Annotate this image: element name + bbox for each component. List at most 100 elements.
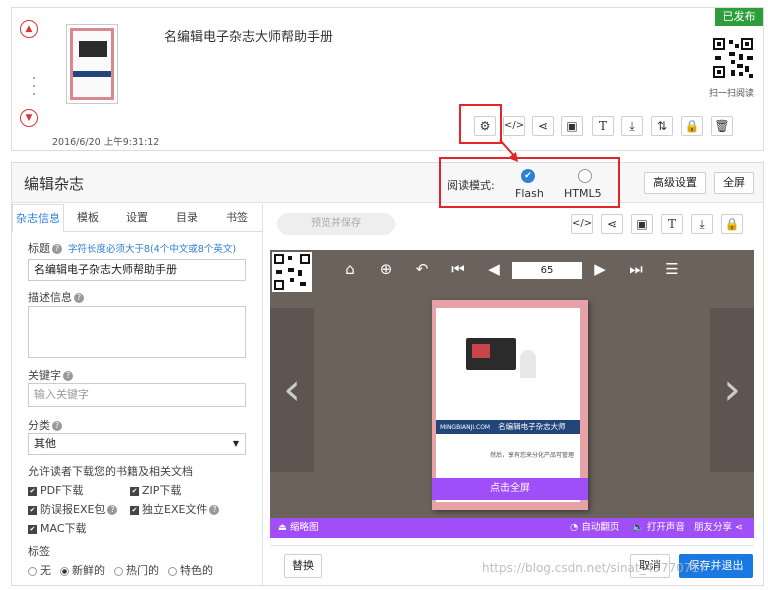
book-view-button[interactable]: ▣ (631, 214, 653, 234)
book-icon: ▣ (636, 217, 648, 231)
book-preview[interactable]: MINGBIANJI.COM 名编辑电子杂志大师 然后，享有您来分化产品可管理 点… (432, 300, 588, 510)
advanced-settings-button[interactable]: 高级设置 (644, 172, 706, 194)
flipbook-viewer: ⌂ ⊕ ↶ ⏮ ◀ 65 ▶ ⏭ ☰ ‹ › MINGBIANJI.COM 名编辑… (270, 250, 754, 538)
keywords-input[interactable]: 输入关键字 (28, 383, 246, 407)
tags-label: 标签 (28, 545, 50, 558)
cover-title-band: MINGBIANJI.COM 名编辑电子杂志大师 (436, 420, 580, 434)
home-icon[interactable]: ⌂ (340, 260, 360, 278)
download-button[interactable]: ⤓ (691, 214, 713, 234)
book-date: 2016/6/20 上午9:31:12 (52, 137, 160, 148)
help-icon[interactable]: ? (107, 505, 118, 515)
tag-hot-radio[interactable]: 热门的 (114, 562, 159, 578)
exe-package-checkbox[interactable]: ✔ 防误报EXE包? (28, 501, 118, 517)
menu-icon[interactable]: ☰ (662, 260, 682, 278)
zip-download-checkbox[interactable]: ✔ ZIP下载 (130, 482, 181, 498)
embed-code-icon: </> (504, 120, 525, 131)
description-textarea[interactable] (28, 306, 246, 358)
text-icon: T (667, 217, 676, 231)
figure-image (520, 350, 536, 378)
move-down-button[interactable]: ▼ (20, 109, 38, 127)
help-icon[interactable]: ? (63, 371, 73, 381)
page-number-input[interactable]: 65 (512, 262, 582, 279)
tab-magazine-info[interactable]: 杂志信息 (12, 204, 64, 232)
book-thumbnail[interactable] (66, 24, 118, 104)
lock-button[interactable]: 🔒 (721, 214, 743, 234)
cover-page: MINGBIANJI.COM 名编辑电子杂志大师 然后，享有您来分化产品可管理 (436, 308, 580, 502)
page-title: 编辑杂志 (24, 175, 85, 193)
text-icon: T (598, 119, 607, 133)
keywords-label: 关键字? (28, 367, 73, 383)
sort-icon: ⇅ (656, 119, 668, 133)
prev-arrow-button[interactable]: ‹ (270, 308, 314, 472)
desc-label: 描述信息? (28, 289, 84, 305)
back-icon[interactable]: ↶ (412, 260, 432, 278)
title-label: 标题? (28, 240, 62, 256)
tag-featured-radio[interactable]: 特色的 (168, 562, 213, 578)
help-icon[interactable]: ? (74, 293, 84, 303)
tab-bookmarks[interactable]: 书签 (212, 204, 262, 232)
title-input[interactable]: 名编辑电子杂志大师帮助手册 (28, 259, 246, 281)
trash-icon: 🗑 (714, 119, 730, 133)
book-card: ▲ ▼ 名编辑电子杂志大师帮助手册 2016/6/20 上午9:31:12 已发… (11, 7, 764, 151)
tag-none-radio[interactable]: 无 (28, 562, 51, 578)
text-button[interactable]: T (661, 214, 683, 234)
book-icon: ▣ (566, 119, 578, 133)
cover-subtitle: 然后，享有您来分化产品可管理 (490, 452, 575, 459)
share-icon: ⋖ (735, 522, 744, 533)
share-icon: ⋖ (606, 217, 618, 231)
embed-button[interactable]: </> (571, 214, 593, 234)
next-page-icon[interactable]: ▶ (590, 260, 610, 278)
zoom-in-icon[interactable]: ⊕ (376, 260, 396, 278)
sort-button[interactable]: ⇅ (651, 116, 673, 136)
tab-settings[interactable]: 设置 (112, 204, 162, 232)
move-up-button[interactable]: ▲ (20, 20, 38, 38)
download-icon: ⤓ (629, 119, 635, 133)
help-icon[interactable]: ? (52, 421, 62, 431)
prev-page-icon[interactable]: ◀ (484, 260, 504, 278)
tag-new-radio[interactable]: 新鲜的 (60, 562, 105, 578)
delete-button[interactable]: 🗑 (711, 116, 733, 136)
watermark: https://blog.csdn.net/sinat_43770717 (482, 561, 707, 575)
editor-header: 编辑杂志 阅读模式: ✔ Flash HTML5 高级设置 全屏 (12, 163, 763, 203)
lock-icon: 🔒 (684, 119, 700, 133)
mac-download-checkbox[interactable]: ✔ MAC下载 (28, 520, 87, 536)
share-button[interactable]: ⋖ (601, 214, 623, 234)
first-page-icon[interactable]: ⏮ (448, 260, 468, 278)
sound-button[interactable]: 🔈 打开声音 (632, 518, 685, 538)
embed-button[interactable]: </> (503, 116, 525, 136)
last-page-icon[interactable]: ⏭ (626, 260, 646, 278)
text-button[interactable]: T (592, 116, 614, 136)
autoflip-button[interactable]: ◔ 自动翻页 (570, 518, 619, 538)
title-hint: 字符长度必须大于8(4个中文或8个英文) (68, 244, 237, 255)
status-badge: 已发布 (715, 8, 763, 26)
thumbnail-button[interactable]: ⏏ 缩略图 (278, 518, 319, 538)
tab-template[interactable]: 模板 (64, 204, 112, 232)
category-label: 分类? (28, 417, 62, 433)
share-button[interactable]: ⋖ (532, 116, 554, 136)
drag-handle[interactable] (32, 74, 36, 98)
share-friends-button[interactable]: 朋友分享 ⋖ (694, 518, 743, 538)
book-title[interactable]: 名编辑电子杂志大师帮助手册 (164, 26, 333, 45)
tab-toc[interactable]: 目录 (162, 204, 212, 232)
help-icon[interactable]: ? (209, 505, 220, 515)
category-select[interactable]: 其他 ▼ (28, 433, 246, 455)
editor-tabs: 杂志信息 模板 设置 目录 书签 (12, 204, 262, 232)
download-label: 允许读者下载您的书籍及相关文档 (28, 465, 193, 478)
help-icon[interactable]: ? (52, 244, 62, 254)
editor-panel: 编辑杂志 阅读模式: ✔ Flash HTML5 高级设置 全屏 杂志信息 模板… (11, 162, 764, 587)
standalone-exe-checkbox[interactable]: ✔ 独立EXE文件? (130, 501, 220, 517)
preview-save-button[interactable]: 预览并保存 (277, 213, 395, 235)
next-arrow-button[interactable]: › (710, 308, 754, 472)
highlight-box-read-mode (439, 157, 620, 208)
click-fullscreen-button[interactable]: 点击全屏 (432, 478, 588, 500)
lock-icon: 🔒 (724, 217, 740, 231)
download-button[interactable]: ⤓ (621, 116, 643, 136)
qr-code-icon (272, 252, 312, 292)
qr-code-icon (711, 36, 755, 80)
download-icon: ⤓ (699, 217, 705, 231)
replace-button[interactable]: 替换 (284, 554, 322, 578)
lock-button[interactable]: 🔒 (681, 116, 703, 136)
fullscreen-button[interactable]: 全屏 (714, 172, 754, 194)
pdf-download-checkbox[interactable]: ✔ PDF下载 (28, 482, 83, 498)
book-view-button[interactable]: ▣ (561, 116, 583, 136)
